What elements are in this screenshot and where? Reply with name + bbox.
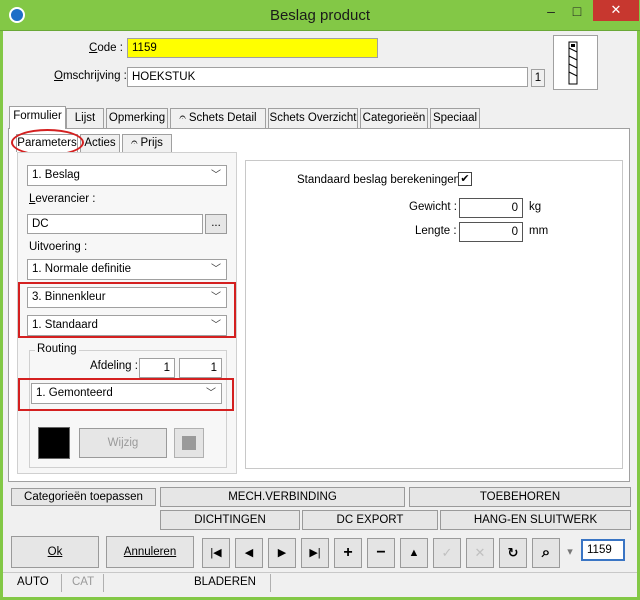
tab-speciaal[interactable]: Speciaal bbox=[430, 108, 480, 128]
uitvoering-label: Uitvoering : bbox=[29, 241, 88, 253]
kleur-select-value: 3. Binnenkleur bbox=[32, 291, 106, 303]
dc-export-button[interactable]: DC EXPORT bbox=[302, 510, 438, 530]
minimize-button[interactable]: – bbox=[537, 1, 565, 23]
ok-button-label: Ok bbox=[47, 546, 63, 558]
tab-formulier[interactable]: Formulier bbox=[9, 106, 66, 129]
kleur-select[interactable]: 3. Binnenkleur ﹀ bbox=[27, 287, 227, 308]
binoculars-search-icon[interactable]: ⌕ bbox=[532, 538, 560, 568]
gemonteerd-select-value: 1. Gemonteerd bbox=[36, 387, 113, 399]
tab-schets-detail[interactable]: 𝄐 Schets Detail bbox=[170, 108, 266, 128]
paperclip-icon: 𝄐 bbox=[179, 112, 186, 124]
product-thumbnail bbox=[553, 35, 598, 90]
subtab-acties[interactable]: Acties bbox=[80, 134, 120, 152]
first-record-icon[interactable]: |◀ bbox=[202, 538, 230, 568]
color-swatch[interactable] bbox=[38, 427, 70, 459]
status-mode: BLADEREN bbox=[194, 576, 256, 588]
paperclip-icon: 𝄐 bbox=[131, 137, 138, 149]
confirm-icon[interactable]: ✓ bbox=[433, 538, 461, 568]
beslag-select[interactable]: 1. Beslag ﹀ bbox=[27, 165, 227, 186]
annuleren-button[interactable]: Annuleren bbox=[106, 536, 194, 568]
last-record-icon[interactable]: ▶| bbox=[301, 538, 329, 568]
code-field[interactable]: 1159 bbox=[127, 38, 378, 58]
routing-label: Routing bbox=[35, 343, 79, 355]
afdeling-label: Afdeling : bbox=[90, 360, 138, 372]
refresh-icon[interactable]: ↻ bbox=[499, 538, 527, 568]
status-cat: CAT bbox=[72, 576, 95, 588]
toebehoren-button[interactable]: TOEBEHOREN bbox=[409, 487, 631, 507]
afdeling-field-1[interactable]: 1 bbox=[139, 358, 175, 378]
gewicht-label: Gewicht : bbox=[409, 201, 457, 213]
gemonteerd-select[interactable]: 1. Gemonteerd ﹀ bbox=[31, 383, 222, 404]
add-record-icon[interactable]: + bbox=[334, 538, 362, 568]
standaard-berekeningen-checkbox[interactable]: ✔ bbox=[458, 172, 472, 186]
annuleren-button-label: Annuleren bbox=[123, 546, 177, 558]
omschrijving-field[interactable]: HOEKSTUK bbox=[127, 67, 528, 87]
status-divider bbox=[270, 574, 271, 592]
subtab-prijs-label: Prijs bbox=[140, 137, 163, 149]
tab-categorieen[interactable]: Categorieën bbox=[360, 108, 428, 128]
dichtingen-button[interactable]: DICHTINGEN bbox=[160, 510, 300, 530]
code-label: Code : bbox=[89, 42, 123, 54]
delete-record-icon[interactable]: − bbox=[367, 538, 395, 568]
search-dropdown-icon[interactable]: ▾ bbox=[563, 538, 577, 568]
search-record-input[interactable]: 1159 bbox=[581, 539, 625, 561]
subtab-prijs[interactable]: 𝄐 Prijs bbox=[122, 134, 172, 152]
gewicht-field[interactable]: 0 bbox=[459, 198, 523, 218]
wijzig-button[interactable]: Wijzig bbox=[79, 428, 167, 458]
leverancier-browse-button[interactable]: ... bbox=[205, 214, 227, 234]
status-divider bbox=[103, 574, 104, 592]
chevron-down-icon: ﹀ bbox=[211, 264, 221, 275]
standaard-select[interactable]: 1. Standaard ﹀ bbox=[27, 315, 227, 336]
leverancier-label: Leverancier : bbox=[29, 193, 96, 205]
hoekstuk-drawing-icon bbox=[568, 41, 578, 85]
omschrijving-count: 1 bbox=[531, 69, 545, 87]
tab-opmerking[interactable]: Opmerking bbox=[106, 108, 168, 128]
tab-schets-overzicht[interactable]: Schets Overzicht bbox=[268, 108, 358, 128]
chevron-down-icon: ﹀ bbox=[211, 170, 221, 181]
afdeling-field-2[interactable]: 1 bbox=[179, 358, 222, 378]
mech-verbinding-button[interactable]: MECH.VERBINDING bbox=[160, 487, 405, 507]
window-frame-left bbox=[0, 31, 3, 600]
next-record-icon[interactable]: ▶ bbox=[268, 538, 296, 568]
omschrijving-label: Omschrijving : bbox=[54, 70, 127, 82]
maximize-button[interactable]: □ bbox=[563, 1, 591, 23]
categorieen-toepassen-button[interactable]: Categorieën toepassen bbox=[11, 488, 156, 506]
ok-button[interactable]: Ok bbox=[11, 536, 99, 568]
chevron-down-icon: ﹀ bbox=[211, 320, 221, 331]
square-icon bbox=[182, 436, 196, 450]
status-bar bbox=[3, 572, 637, 597]
standaard-select-value: 1. Standaard bbox=[32, 319, 98, 331]
edit-record-icon[interactable]: ▲ bbox=[400, 538, 428, 568]
tab-schets-detail-label: Schets Detail bbox=[188, 112, 257, 124]
status-divider bbox=[61, 574, 62, 592]
cancel-edit-icon[interactable]: ✕ bbox=[466, 538, 494, 568]
uitvoering-select-value: 1. Normale definitie bbox=[32, 263, 132, 275]
lengte-label: Lengte : bbox=[415, 225, 457, 237]
tab-lijst[interactable]: Lijst bbox=[66, 108, 104, 128]
status-auto: AUTO bbox=[17, 576, 49, 588]
chevron-down-icon: ﹀ bbox=[206, 388, 216, 399]
chevron-down-icon: ﹀ bbox=[211, 292, 221, 303]
lengte-field[interactable]: 0 bbox=[459, 222, 523, 242]
color-pick-button[interactable] bbox=[174, 428, 204, 458]
uitvoering-select[interactable]: 1. Normale definitie ﹀ bbox=[27, 259, 227, 280]
gewicht-unit: kg bbox=[529, 201, 542, 213]
previous-record-icon[interactable]: ◀ bbox=[235, 538, 263, 568]
beslag-select-value: 1. Beslag bbox=[32, 169, 80, 181]
lengte-unit: mm bbox=[529, 225, 549, 237]
standaard-berekeningen-label: Standaard beslag berekeningen : bbox=[297, 174, 467, 186]
leverancier-field[interactable]: DC bbox=[27, 214, 203, 234]
close-button[interactable]: ✕ bbox=[593, 0, 639, 21]
hang-sluitwerk-button[interactable]: HANG-EN SLUITWERK bbox=[440, 510, 631, 530]
